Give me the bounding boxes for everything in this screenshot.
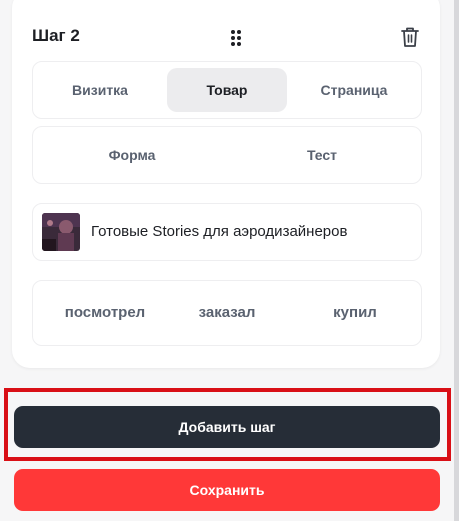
content-type-tabs: Визитка Товар Страница (32, 61, 422, 119)
status-tabs: посмотрел заказал купил (32, 280, 422, 346)
tab-tovar[interactable]: Товар (167, 68, 287, 112)
step-header: Шаг 2 (32, 25, 424, 53)
status-viewed[interactable]: посмотрел (45, 291, 165, 335)
product-name: Готовые Stories для аэродизайнеров (91, 223, 348, 240)
trash-icon[interactable] (400, 26, 420, 48)
product-selector[interactable]: Готовые Stories для аэродизайнеров (32, 203, 422, 261)
status-ordered[interactable]: заказал (167, 291, 287, 335)
scrollbar[interactable] (454, 0, 459, 521)
drag-handle-icon[interactable] (229, 29, 243, 47)
tab-forma[interactable]: Форма (39, 133, 225, 177)
step-card: Шаг 2 Визитка Товар Страница Форма Тест … (12, 0, 440, 368)
status-bought[interactable]: купил (295, 291, 415, 335)
page: Шаг 2 Визитка Товар Страница Форма Тест … (0, 0, 459, 521)
tab-vizitka[interactable]: Визитка (39, 68, 161, 112)
step-title: Шаг 2 (32, 26, 80, 45)
form-type-tabs: Форма Тест (32, 126, 422, 184)
product-thumbnail (42, 213, 80, 251)
tab-test[interactable]: Тест (229, 133, 415, 177)
add-step-button[interactable]: Добавить шаг (14, 406, 440, 448)
tab-stranitsa[interactable]: Страница (293, 68, 415, 112)
save-button[interactable]: Сохранить (14, 469, 440, 511)
